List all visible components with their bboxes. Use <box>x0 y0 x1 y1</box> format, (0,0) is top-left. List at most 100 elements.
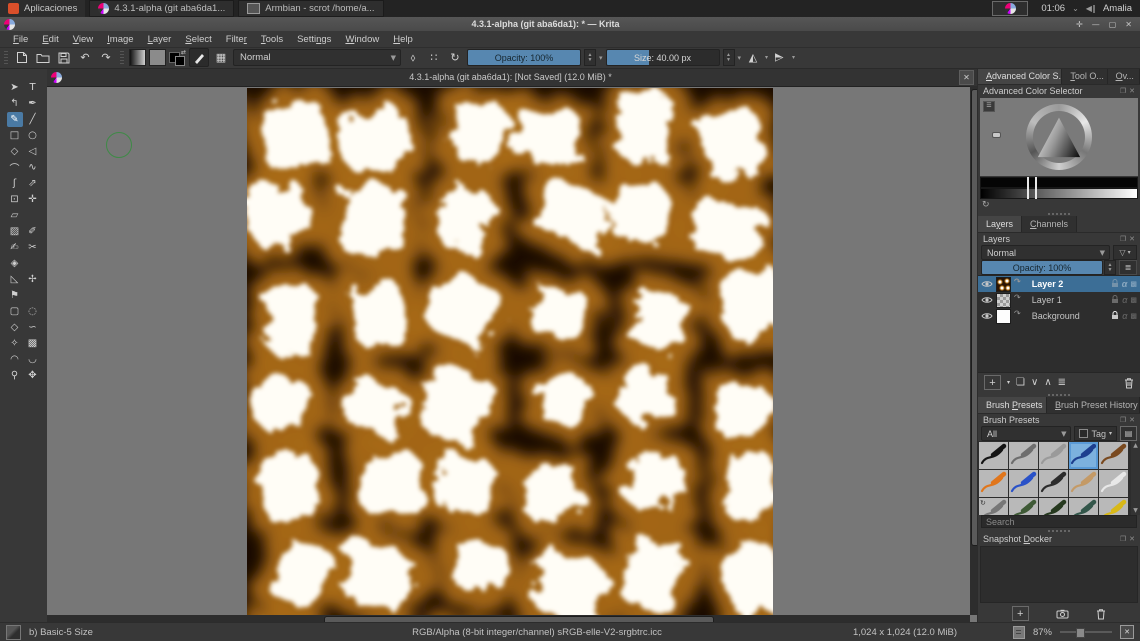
chevron-down-icon[interactable]: ▾ <box>599 54 603 62</box>
chevron-down-icon[interactable]: ▾ <box>738 54 742 62</box>
layer-row[interactable]: ↷ Background α ▩ <box>978 308 1140 324</box>
docker-tab[interactable]: Channels <box>1022 216 1077 232</box>
magnetic-select-tool[interactable]: ◡ <box>25 352 41 367</box>
pencil-tan[interactable]: ↻ <box>1069 470 1098 497</box>
applications-menu[interactable]: Aplicaciones <box>0 0 85 17</box>
layer-blending-mode-select[interactable]: Normal ▼ <box>981 245 1110 260</box>
pencil-black[interactable]: ↻ <box>1039 470 1068 497</box>
assistants-tool[interactable]: ✢ <box>25 272 41 287</box>
float-docker-icon[interactable]: ❐ <box>1120 535 1126 543</box>
volume-icon[interactable]: ◀‖ <box>1086 4 1096 13</box>
blending-mode-select[interactable]: Normal ▼ <box>233 49 401 66</box>
similar-select-tool[interactable]: ✧ <box>7 336 23 351</box>
layer-lock-icon[interactable] <box>1111 311 1119 322</box>
document-image[interactable] <box>247 88 773 615</box>
pencil-orange[interactable]: ↻ <box>979 470 1008 497</box>
zoom-tool[interactable]: ⚲ <box>7 368 23 383</box>
choose-brush-preset-button[interactable]: ▦ <box>212 49 230 66</box>
size-slider[interactable]: Size: 40.00 px <box>606 49 720 66</box>
menu-item[interactable]: Help <box>386 34 420 45</box>
opacity-spinner[interactable]: ▲▼ <box>584 49 596 66</box>
bezier-select-tool[interactable]: ◠ <box>7 352 23 367</box>
docker-tab[interactable]: Tool O... <box>1062 68 1107 84</box>
maximize-icon[interactable]: ▢ <box>1109 20 1117 29</box>
docker-tab[interactable]: Brush Presets <box>978 397 1047 413</box>
remove-snapshot-button[interactable] <box>1096 608 1106 620</box>
shade-icon[interactable]: ✛ <box>1076 20 1083 29</box>
pattern-edit-tool[interactable]: ✍ <box>7 240 23 255</box>
ink-pen-light[interactable]: ↻ <box>1039 442 1068 469</box>
close-docker-icon[interactable]: ✕ <box>1129 235 1135 243</box>
color-selector-settings-icon[interactable]: ☰ <box>983 101 995 112</box>
ink-pen-black[interactable]: ↻ <box>979 442 1008 469</box>
create-snapshot-button[interactable]: + <box>1012 606 1029 621</box>
window-titlebar[interactable]: 4.3.1-alpha (git aba6da1): * — Krita ✛ —… <box>0 17 1140 31</box>
pencil-gray-reload[interactable]: ↻ <box>979 498 1008 515</box>
background-color[interactable] <box>175 56 185 66</box>
ellipse-tool[interactable]: ○ <box>25 128 41 143</box>
mirror-horizontal-button[interactable]: ◭ <box>744 49 762 66</box>
menu-item[interactable]: Image <box>100 34 140 45</box>
pencil-darkgreen[interactable]: ↻ <box>1039 498 1068 515</box>
open-document-button[interactable] <box>34 49 52 66</box>
refresh-colors-icon[interactable]: ↻ <box>982 200 990 210</box>
layer-lock-icon[interactable] <box>1111 295 1119 306</box>
inherit-alpha-icon[interactable]: ▩ <box>1130 280 1137 288</box>
taskbar-item-krita[interactable]: 4.3.1-alpha (git aba6da1... <box>89 0 234 17</box>
toolbar-grip[interactable] <box>4 51 8 65</box>
fg-bg-color-swatch[interactable]: ⇄ <box>169 49 186 66</box>
polyline-tool[interactable]: ◁ <box>25 144 41 159</box>
close-docker-icon[interactable]: ✕ <box>1129 535 1135 543</box>
rect-select-tool[interactable]: ▢ <box>7 304 23 319</box>
menu-item[interactable]: Select <box>178 34 218 45</box>
pen-brown[interactable]: ↻ <box>1099 442 1128 469</box>
clock[interactable]: 01:06 <box>1041 3 1065 14</box>
chevron-down-icon[interactable]: ▾ <box>765 54 768 61</box>
line-tool[interactable]: ╱ <box>25 112 41 127</box>
gradient-chooser[interactable] <box>129 49 146 66</box>
contiguous-select-tool[interactable]: ▩ <box>25 336 41 351</box>
presets-view-mode-button[interactable]: ▤ <box>1120 426 1137 441</box>
gradient-tool[interactable]: ▨ <box>7 224 23 239</box>
color-history-bar[interactable] <box>980 177 1138 188</box>
docker-tab[interactable]: Ov... <box>1108 68 1140 84</box>
switch-to-snapshot-button[interactable] <box>1056 609 1069 619</box>
zoom-percentage[interactable]: 87% <box>1033 627 1052 638</box>
zoom-slider-thumb[interactable] <box>1076 628 1085 638</box>
move-layer-down-button[interactable]: ∨ <box>1031 377 1038 388</box>
text-tool[interactable]: T <box>25 80 41 95</box>
pencil-green[interactable]: ↻ <box>1009 498 1038 515</box>
mirror-vertical-button[interactable]: ◭ <box>772 49 789 67</box>
taskbar-item-terminal[interactable]: Armbian - scrot /home/a... <box>238 0 383 17</box>
menu-item[interactable]: Layer <box>141 34 179 45</box>
edit-brush-settings-button[interactable] <box>189 48 209 67</box>
polygon-select-tool[interactable]: ◇ <box>7 320 23 335</box>
color-selector-widget[interactable]: ☰ <box>980 98 1138 176</box>
layer-properties-button[interactable]: ≣ <box>1058 377 1066 388</box>
alpha-lock-icon[interactable]: α <box>1122 311 1127 321</box>
duplicate-layer-button[interactable]: ❏ <box>1016 377 1025 388</box>
hue-marker[interactable] <box>992 132 1001 138</box>
layer-view-options-button[interactable]: ≣ <box>1119 260 1137 275</box>
move-tool[interactable]: ✛ <box>25 192 41 207</box>
toolbar-grip[interactable] <box>120 51 124 65</box>
tag-checkbox[interactable] <box>1079 429 1088 438</box>
new-document-button[interactable] <box>13 49 31 66</box>
redo-button[interactable]: ↷ <box>97 49 115 66</box>
add-layer-dropdown[interactable]: ▾ <box>1007 379 1010 386</box>
float-docker-icon[interactable]: ❐ <box>1120 235 1126 243</box>
bezier-curve-tool[interactable]: ⌒ <box>7 160 23 175</box>
dynamic-brush-tool[interactable]: ʃ <box>7 176 23 191</box>
canvas-view[interactable] <box>47 86 978 623</box>
menu-item[interactable]: Filter <box>219 34 254 45</box>
snapshot-list[interactable] <box>980 546 1138 603</box>
reload-original-button[interactable]: ↻ <box>446 49 464 66</box>
float-docker-icon[interactable]: ❐ <box>1120 416 1126 424</box>
layer-visibility-icon[interactable] <box>981 312 993 320</box>
pan-tool[interactable]: ✥ <box>25 368 41 383</box>
layer-filter-button[interactable]: ▽▾ <box>1113 245 1137 260</box>
menu-item[interactable]: Settings <box>290 34 338 45</box>
brush-search-input[interactable] <box>981 515 1137 528</box>
multibrush-tool[interactable]: ⇗ <box>25 176 41 191</box>
reload-preset-button[interactable]: ∷ <box>425 49 443 66</box>
